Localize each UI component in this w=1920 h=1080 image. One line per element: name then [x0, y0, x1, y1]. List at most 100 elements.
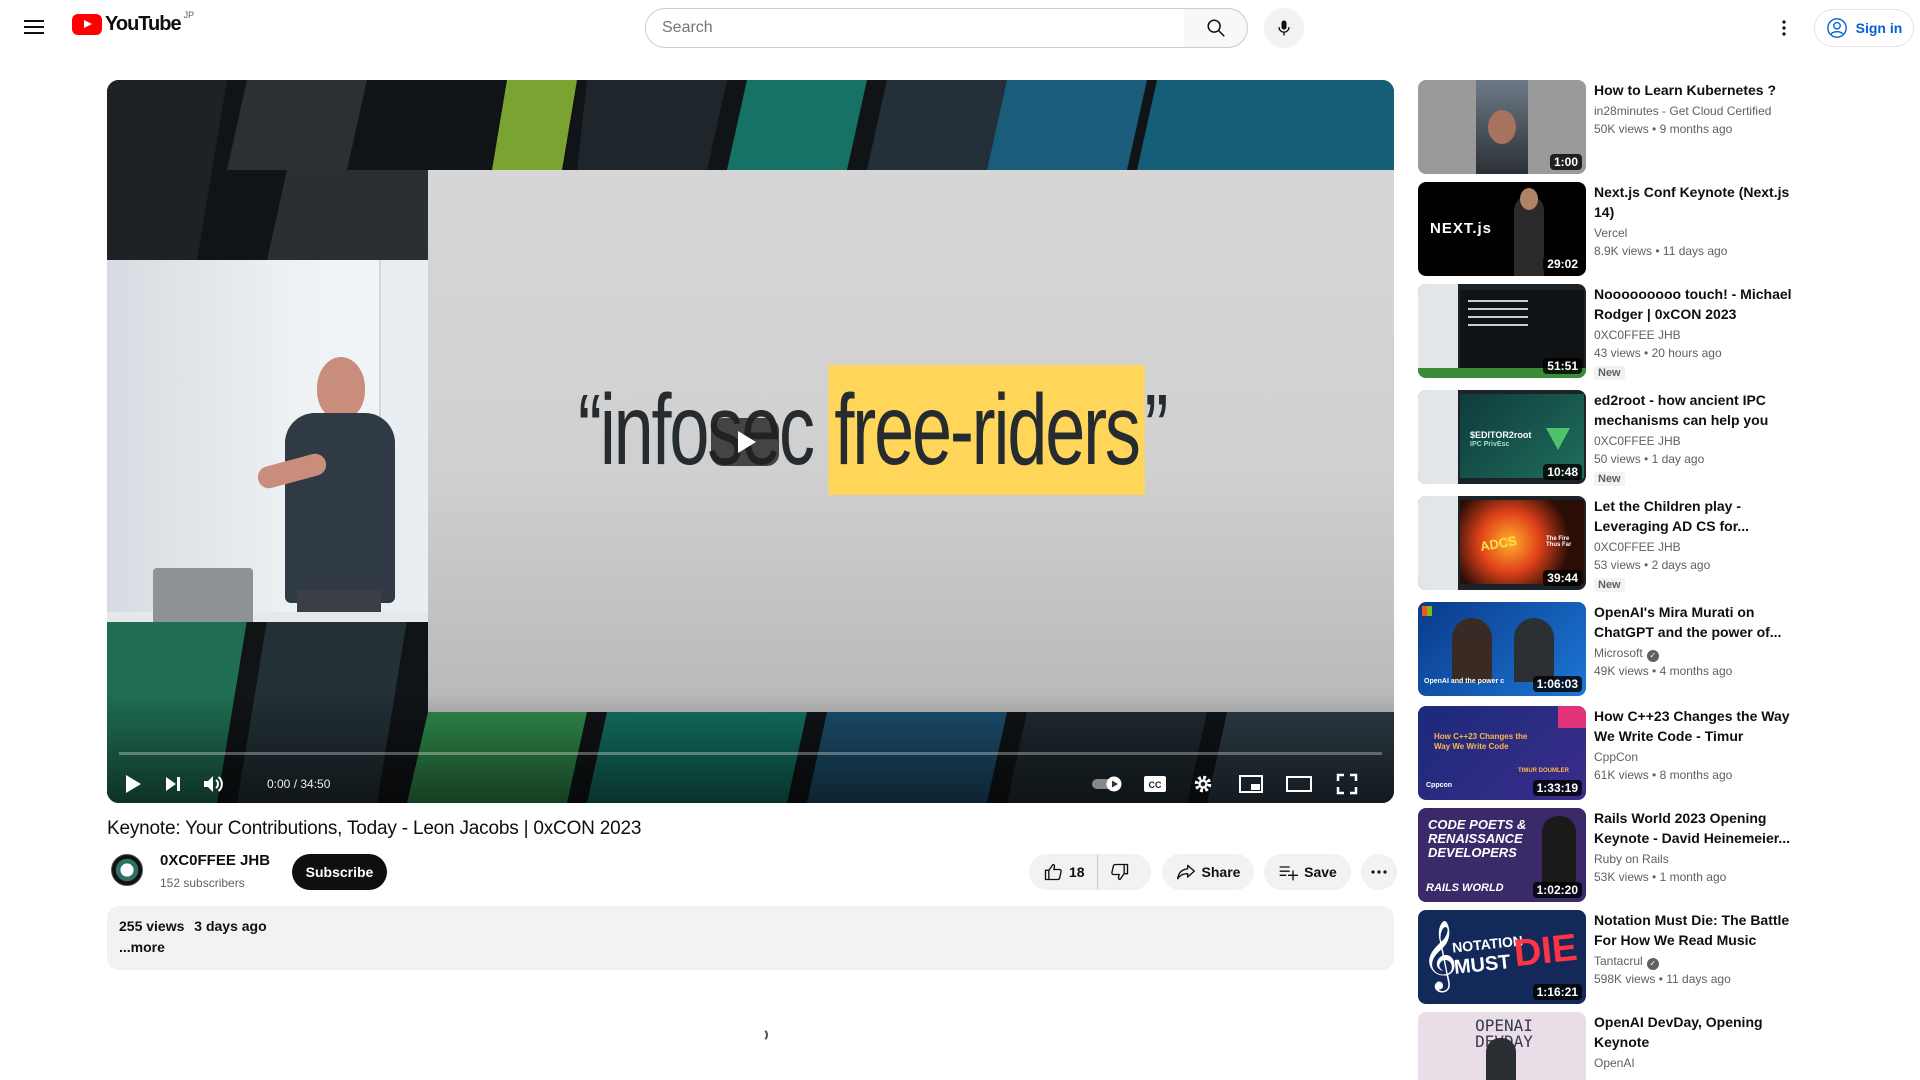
video-duration: 1:06:03: [1532, 676, 1582, 692]
video-duration: 1:02:20: [1532, 882, 1582, 898]
upload-date: 3 days ago: [194, 918, 267, 934]
speaker-camera-feed: [107, 260, 428, 622]
related-video-item[interactable]: ADCS The Fire Thus Far 39:44 Let the Chi…: [1418, 496, 1798, 592]
channel-avatar[interactable]: [111, 854, 143, 886]
video-duration: 1:16:21: [1532, 984, 1582, 1000]
related-video-channel[interactable]: OpenAI: [1594, 1056, 1635, 1070]
related-video-title[interactable]: Next.js Conf Keynote (Next.js 14): [1594, 182, 1794, 222]
related-video-title[interactable]: Nooooooooo touch! - Michael Rodger | 0xC…: [1594, 284, 1794, 324]
related-video-meta: 8.9K views • 11 days ago: [1594, 244, 1728, 258]
share-label: Share: [1201, 864, 1241, 880]
loading-spinner: [754, 1028, 768, 1042]
related-video-meta: 598K views • 11 days ago: [1594, 972, 1731, 986]
channel-name[interactable]: 0XC0FFEE JHB: [160, 852, 270, 869]
subtitles-button[interactable]: CC: [1137, 766, 1173, 802]
time-display: 0:00 / 34:50: [267, 777, 331, 791]
miniplayer-icon: [1239, 775, 1263, 793]
share-icon: [1176, 864, 1195, 880]
related-video-meta: 61K views • 8 months ago: [1594, 768, 1733, 782]
video-thumbnail[interactable]: How C++23 Changes the Way We Write Code …: [1418, 706, 1586, 800]
related-video-item[interactable]: CODE POETS & RENAISSANCE DEVELOPERS RAIL…: [1418, 808, 1798, 902]
related-video-title[interactable]: How C++23 Changes the Way We Write Code …: [1594, 706, 1794, 746]
description-box[interactable]: 255 views 3 days ago ...more: [107, 906, 1394, 970]
related-video-channel[interactable]: 0XC0FFEE JHB: [1594, 540, 1681, 554]
sign-in-button[interactable]: Sign in: [1814, 9, 1914, 47]
video-thumbnail[interactable]: 1:00: [1418, 80, 1586, 174]
related-video-channel[interactable]: Ruby on Rails: [1594, 852, 1669, 866]
related-video-channel[interactable]: CppCon: [1594, 750, 1638, 764]
show-more-link[interactable]: ...more: [119, 939, 165, 955]
related-video-channel[interactable]: Tantacrul ✓: [1594, 954, 1659, 970]
miniplayer-button[interactable]: [1233, 766, 1269, 802]
video-thumbnail[interactable]: ADCS The Fire Thus Far 39:44: [1418, 496, 1586, 590]
related-video-meta: 53 views • 2 days ago: [1594, 558, 1711, 572]
share-button[interactable]: Share: [1162, 854, 1254, 890]
slide-highlight-text: free-riders: [828, 365, 1145, 495]
voice-search-button[interactable]: [1264, 8, 1304, 48]
video-thumbnail[interactable]: 51:51: [1418, 284, 1586, 378]
theater-mode-button[interactable]: [1281, 766, 1317, 802]
video-thumbnail[interactable]: 𝄞 NOTATION MUST DIE 1:16:21: [1418, 910, 1586, 1004]
related-video-title[interactable]: ed2root - how ancient IPC mechanisms can…: [1594, 390, 1794, 430]
view-count: 255 views: [119, 918, 185, 934]
related-video-item[interactable]: OpenAI and the power c 1:06:03 OpenAI's …: [1418, 602, 1798, 696]
related-video-item[interactable]: 51:51 Nooooooooo touch! - Michael Rodger…: [1418, 284, 1798, 380]
thumbnail-text: Cppcon: [1426, 782, 1453, 789]
settings-button[interactable]: [1185, 766, 1221, 802]
play-icon: [126, 775, 141, 793]
dislike-button[interactable]: [1098, 854, 1130, 890]
laptop-image: [153, 568, 253, 622]
video-title: Keynote: Your Contributions, Today - Leo…: [107, 818, 642, 839]
play-button[interactable]: [115, 766, 151, 802]
autoplay-icon: [1092, 776, 1122, 792]
related-video-item[interactable]: $EDITOR2root IPC PrivEsc 10:48 ed2root -…: [1418, 390, 1798, 486]
more-actions-button[interactable]: [1361, 854, 1397, 890]
large-play-button[interactable]: [711, 418, 779, 466]
subscriber-count: 152 subscribers: [160, 876, 245, 890]
next-button[interactable]: [155, 766, 191, 802]
autoplay-toggle[interactable]: [1091, 766, 1127, 802]
related-video-title[interactable]: Let the Children play - Leveraging AD CS…: [1594, 496, 1794, 536]
subscribe-button[interactable]: Subscribe: [292, 854, 387, 890]
related-video-meta: 50K views • 9 months ago: [1594, 122, 1733, 136]
related-video-channel[interactable]: Vercel: [1594, 226, 1627, 240]
video-thumbnail[interactable]: $EDITOR2root IPC PrivEsc 10:48: [1418, 390, 1586, 484]
settings-menu-icon[interactable]: [1772, 16, 1796, 40]
video-thumbnail[interactable]: CODE POETS & RENAISSANCE DEVELOPERS RAIL…: [1418, 808, 1586, 902]
logo-text: YouTube: [105, 13, 182, 35]
related-video-title[interactable]: OpenAI DevDay, Opening Keynote: [1594, 1012, 1794, 1052]
related-video-channel[interactable]: 0XC0FFEE JHB: [1594, 434, 1681, 448]
progress-bar[interactable]: [119, 752, 1382, 755]
related-video-item[interactable]: OPENAI DEVDAY OpenAI DevDay, Opening Key…: [1418, 1012, 1798, 1080]
related-video-item[interactable]: NEXT.js 29:02 Next.js Conf Keynote (Next…: [1418, 182, 1798, 276]
video-thumbnail[interactable]: OPENAI DEVDAY: [1418, 1012, 1586, 1080]
video-thumbnail[interactable]: OpenAI and the power c 1:06:03: [1418, 602, 1586, 696]
video-thumbnail[interactable]: NEXT.js 29:02: [1418, 182, 1586, 276]
menu-icon[interactable]: [22, 16, 46, 40]
related-video-channel[interactable]: 0XC0FFEE JHB: [1594, 328, 1681, 342]
thumbnail-text: TIMUR DOUMLER: [1518, 768, 1569, 774]
fullscreen-button[interactable]: [1329, 766, 1365, 802]
search-button[interactable]: [1184, 8, 1248, 48]
save-button[interactable]: Save: [1264, 854, 1351, 890]
youtube-logo[interactable]: YouTube JP: [72, 10, 194, 35]
related-video-channel[interactable]: Microsoft ✓: [1594, 646, 1659, 662]
related-video-item[interactable]: 𝄞 NOTATION MUST DIE 1:16:21 Notation Mus…: [1418, 910, 1798, 1004]
video-player[interactable]: “infosec free-riders ” 0:00 / 34:50 CC: [107, 80, 1394, 803]
search-input[interactable]: [662, 19, 1184, 37]
related-video-title[interactable]: Notation Must Die: The Battle For How We…: [1594, 910, 1794, 950]
channel-row: 0XC0FFEE JHB 152 subscribers Subscribe 1…: [107, 850, 1397, 898]
video-duration: 39:44: [1543, 570, 1582, 586]
search-icon: [1206, 19, 1225, 37]
mute-button[interactable]: [195, 766, 231, 802]
related-video-title[interactable]: OpenAI's Mira Murati on ChatGPT and the …: [1594, 602, 1794, 642]
related-video-title[interactable]: Rails World 2023 Opening Keynote - David…: [1594, 808, 1794, 848]
related-video-title[interactable]: How to Learn Kubernetes ?: [1594, 80, 1794, 100]
thumbs-up-icon: [1044, 863, 1062, 881]
related-video-item[interactable]: How C++23 Changes the Way We Write Code …: [1418, 706, 1798, 800]
new-badge: New: [1594, 472, 1625, 486]
related-video-item[interactable]: 1:00 How to Learn Kubernetes ? in28minut…: [1418, 80, 1798, 174]
thumbnail-text: DEVELOPERS: [1428, 845, 1517, 860]
like-button[interactable]: 18: [1029, 854, 1098, 890]
related-video-channel[interactable]: in28minutes - Get Cloud Certified: [1594, 104, 1771, 118]
